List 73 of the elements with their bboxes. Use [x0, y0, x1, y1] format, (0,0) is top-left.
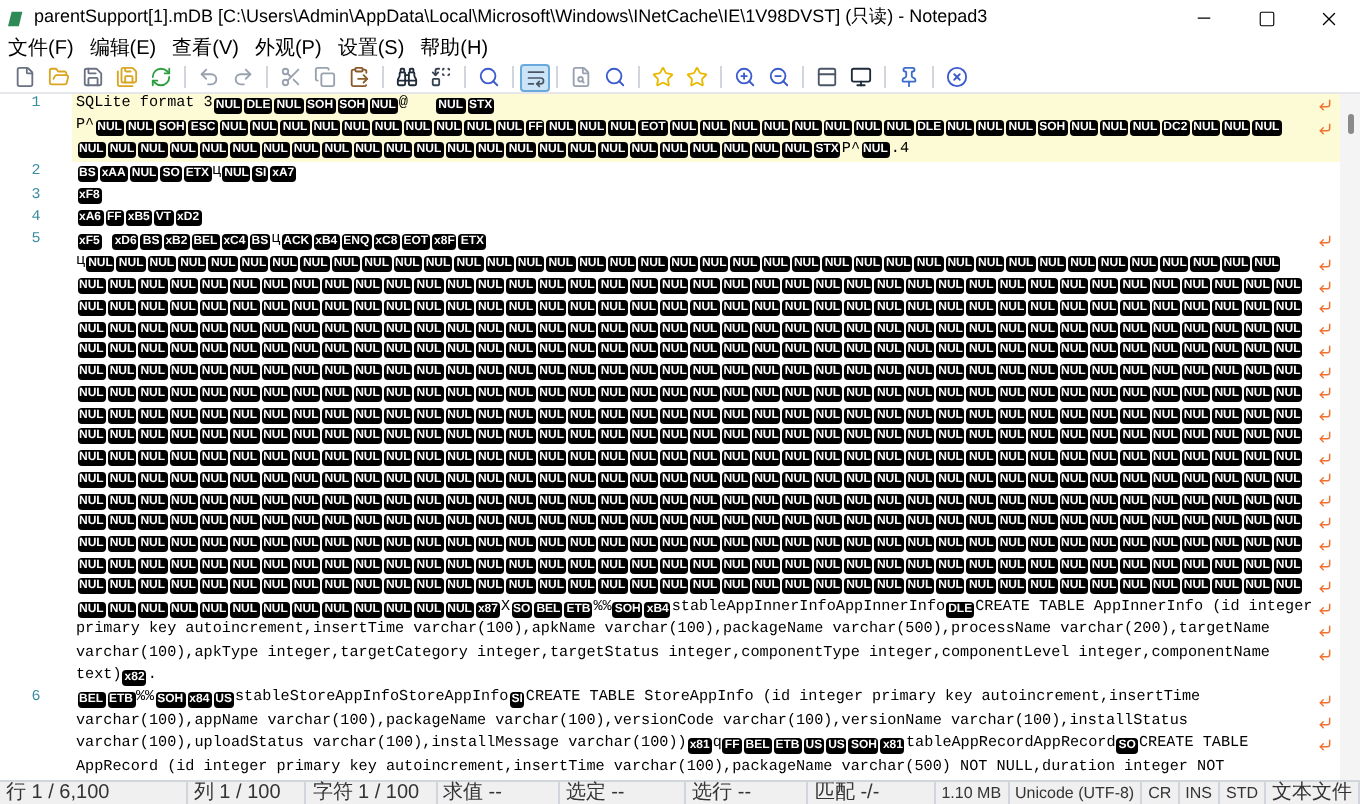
- close-icon[interactable]: [1318, 7, 1340, 29]
- menu-item[interactable]: 帮助(H): [420, 37, 489, 61]
- wrap-marker-icon: [1318, 451, 1332, 466]
- wrap-marker-icon: [1318, 429, 1332, 444]
- zoom-in-icon[interactable]: [734, 66, 756, 88]
- status-item: STD: [1220, 782, 1267, 804]
- reload-icon[interactable]: [150, 66, 172, 88]
- wrap-icon: [525, 67, 545, 87]
- wrap-marker-icon: [1318, 579, 1332, 594]
- wrap-marker-icon: [1318, 647, 1332, 662]
- scrollbar-thumb[interactable]: [1347, 114, 1353, 134]
- find-icon[interactable]: [396, 66, 418, 88]
- status-item: 行 1 / 6,100: [0, 782, 188, 804]
- status-item: 求值 --: [437, 782, 560, 804]
- redo-icon[interactable]: [232, 66, 254, 88]
- wrap-marker-icon: [1318, 472, 1332, 487]
- monitor-icon[interactable]: [850, 66, 872, 88]
- wrap-marker-icon: [1318, 234, 1332, 249]
- menu-item[interactable]: 设置(S): [337, 37, 405, 61]
- status-item: CR: [1142, 782, 1180, 804]
- wrap-marker-icon: [1318, 494, 1332, 509]
- wrap-marker-icon: [1318, 693, 1332, 708]
- status-item: 匹配 -/-: [808, 782, 936, 804]
- search-icon[interactable]: [478, 66, 500, 88]
- copy-icon[interactable]: [314, 66, 336, 88]
- window-title: parentSupport[1].mDB [C:\Users\Admin\AppData\Local\Microsoft\Windows\INetCache\IE\1V98DVST] (只读) - Notepad3: [34, 4, 990, 31]
- paste-icon[interactable]: [348, 66, 370, 88]
- wrap-marker-icon: [1318, 515, 1332, 530]
- menu-item[interactable]: 外观(P): [254, 37, 322, 61]
- wrap-marker-icon: [1318, 121, 1332, 136]
- wrap-marker-icon: [1318, 408, 1332, 423]
- wrap-marker-icon: [1318, 602, 1332, 617]
- undo-icon[interactable]: [198, 66, 220, 88]
- wrap-marker-icon: [1318, 322, 1332, 337]
- wrap-marker-icon: [1318, 624, 1332, 639]
- status-item: 选行 --: [686, 782, 809, 804]
- star-icon[interactable]: [652, 66, 674, 88]
- status-item: 1.10 MB: [935, 782, 1010, 804]
- wrap-marker-icon: [1318, 365, 1332, 380]
- maximize-icon[interactable]: [1258, 9, 1276, 27]
- close-circle-icon[interactable]: [946, 66, 968, 88]
- status-item: 列 1 / 100: [187, 782, 307, 804]
- status-item: Unicode (UTF-8): [1009, 782, 1143, 804]
- menu-item[interactable]: 编辑(E): [89, 37, 157, 61]
- wrap-marker-icon: [1318, 386, 1332, 401]
- app-icon: [8, 9, 26, 27]
- wrap-marker-icon: [1318, 257, 1332, 272]
- menu-item[interactable]: 查看(V): [172, 37, 239, 61]
- file-icon[interactable]: [14, 66, 36, 88]
- wrap-marker-icon: [1318, 716, 1332, 730]
- star-icon[interactable]: [686, 66, 708, 88]
- pin-icon[interactable]: [898, 66, 920, 88]
- word-wrap-button[interactable]: [520, 63, 550, 91]
- wrap-marker-icon: [1318, 537, 1332, 552]
- wrap-marker-icon: [1318, 343, 1332, 358]
- status-item: 文本文件: [1266, 782, 1360, 804]
- file-search-icon[interactable]: [570, 66, 592, 88]
- save-icon[interactable]: [82, 66, 104, 88]
- zoom-out-icon[interactable]: [768, 66, 790, 88]
- status-item: INS: [1179, 782, 1221, 804]
- panel-icon[interactable]: [816, 66, 838, 88]
- wrap-marker-icon: [1318, 98, 1332, 113]
- search-icon[interactable]: [604, 66, 626, 88]
- replace-icon[interactable]: [430, 66, 452, 88]
- wrap-marker-icon: [1318, 558, 1332, 573]
- menu-item[interactable]: 文件(F): [8, 37, 74, 61]
- wrap-marker-icon: [1318, 738, 1332, 753]
- wrap-marker-icon: [1318, 279, 1332, 294]
- wrap-marker-icon: [1318, 300, 1332, 315]
- status-item: 字符 1 / 100: [306, 782, 438, 804]
- cut-icon[interactable]: [280, 66, 302, 88]
- status-item: 选定 --: [559, 782, 687, 804]
- scrollbar[interactable]: [1340, 94, 1360, 780]
